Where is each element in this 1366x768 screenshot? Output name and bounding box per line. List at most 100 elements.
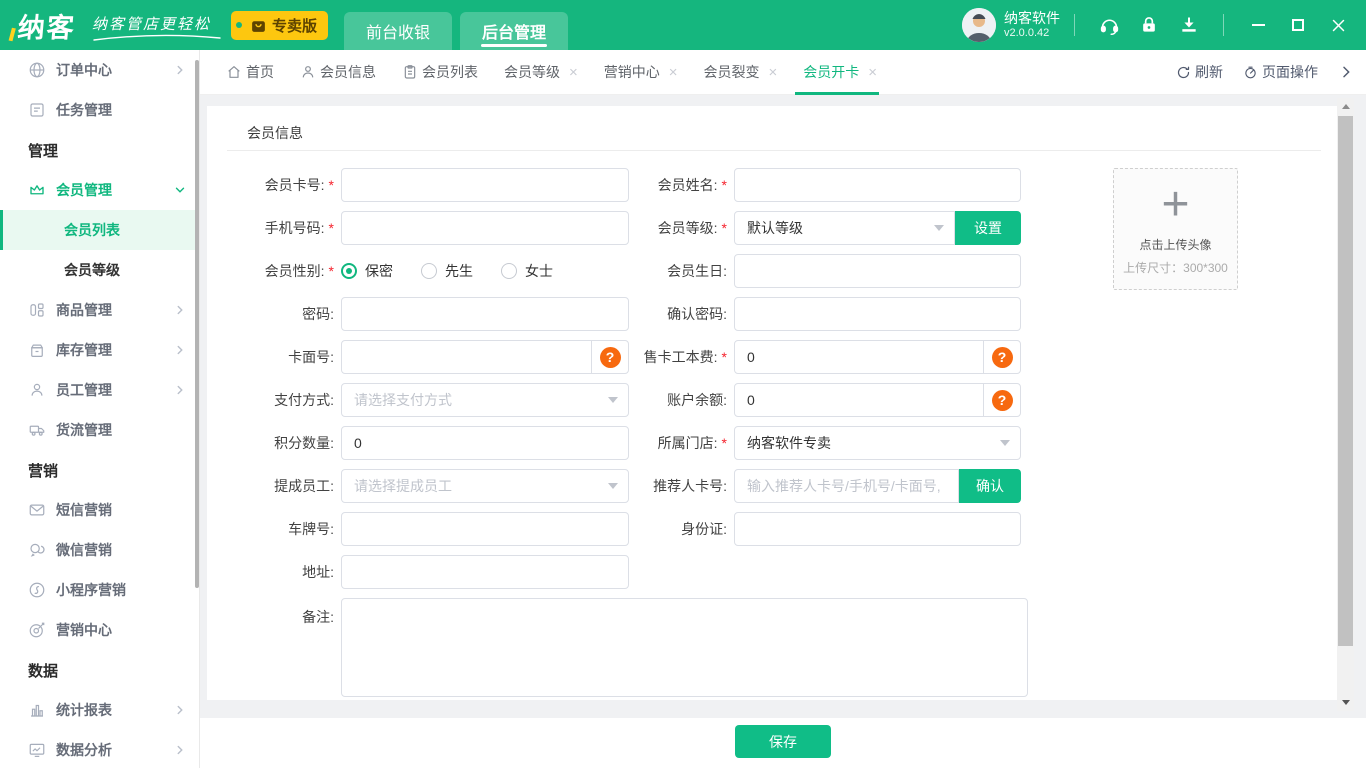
goods-icon: [30, 303, 44, 317]
points-input[interactable]: [341, 426, 629, 460]
sidebar-item-inventory-manage[interactable]: 库存管理: [0, 330, 199, 370]
sidebar-item-stats-report[interactable]: 统计报表: [0, 690, 199, 730]
tab-marketing-center[interactable]: 营销中心 ×: [604, 50, 678, 95]
gauge-icon: [1245, 66, 1256, 78]
page-operations-button[interactable]: 页面操作: [1243, 62, 1318, 82]
phone-input[interactable]: [341, 211, 629, 245]
download-icon[interactable]: [1169, 0, 1209, 50]
radio-dot: [341, 263, 357, 279]
tagline-text: 纳客管店更轻松: [92, 15, 212, 33]
sidebar-item-member-manage[interactable]: 会员管理: [0, 170, 199, 210]
payment-placeholder: 请选择支付方式: [354, 392, 452, 408]
member-level-select[interactable]: 默认等级: [734, 211, 955, 245]
sidebar-item-goods-manage[interactable]: 商品管理: [0, 290, 199, 330]
card-face-label: 卡面号:: [288, 349, 334, 365]
sidebar-subitem-member-level[interactable]: 会员等级: [0, 250, 199, 290]
member-name-input[interactable]: [734, 168, 1021, 202]
password-label: 密码:: [302, 306, 334, 322]
card-no-input[interactable]: [341, 168, 629, 202]
sidebar-item-staff-manage[interactable]: 员工管理: [0, 370, 199, 410]
nav-front-cashier[interactable]: 前台收银: [344, 12, 453, 50]
help-icon[interactable]: ?: [991, 389, 1013, 411]
close-button[interactable]: [1318, 0, 1358, 50]
crown-icon: [30, 185, 44, 195]
sidebar-item-order-center[interactable]: 订单中心: [0, 50, 199, 90]
nav-front-cashier-label: 前台收银: [366, 25, 431, 42]
password-input[interactable]: [341, 297, 629, 331]
customer-service-icon[interactable]: [1089, 0, 1129, 50]
sidebar-subitem-member-list[interactable]: 会员列表: [0, 210, 199, 250]
tab-member-info[interactable]: 会员信息: [300, 50, 376, 95]
card-face-input[interactable]: [342, 342, 591, 372]
sidebar-item-label: 会员管理: [56, 182, 112, 198]
tab-member-fission[interactable]: 会员裂变 ×: [704, 50, 778, 95]
tab-close-icon[interactable]: ×: [669, 65, 678, 80]
tab-close-icon[interactable]: ×: [868, 65, 877, 80]
scrollbar-thumb[interactable]: [1338, 116, 1353, 646]
address-input[interactable]: [341, 555, 629, 589]
id-card-input[interactable]: [734, 512, 1021, 546]
level-settings-button[interactable]: 设置: [955, 211, 1021, 245]
sidebar-scrollbar[interactable]: [195, 60, 199, 588]
sidebar-section-data: 数据: [28, 662, 59, 680]
tab-close-icon[interactable]: ×: [769, 65, 778, 80]
maximize-button[interactable]: [1278, 0, 1318, 50]
gender-radio-male[interactable]: 先生: [421, 261, 473, 281]
sidebar-item-data-analysis[interactable]: 数据分析: [0, 730, 199, 768]
plate-label: 车牌号:: [288, 521, 334, 537]
avatar-upload-box[interactable]: + 点击上传头像 上传尺寸：300*300: [1113, 168, 1238, 290]
required-star: *: [721, 220, 727, 236]
store-select[interactable]: 纳客软件专卖: [734, 426, 1021, 460]
commission-staff-select[interactable]: 请选择提成员工: [341, 469, 629, 503]
minimize-button[interactable]: [1238, 0, 1278, 50]
save-button[interactable]: 保存: [735, 725, 831, 758]
sidebar-item-label: 库存管理: [56, 342, 112, 358]
sidebar-subitem-label: 会员等级: [64, 262, 120, 278]
gender-radio-female[interactable]: 女士: [501, 261, 553, 281]
referrer-confirm-button[interactable]: 确认: [959, 469, 1021, 503]
app-header: 纳客 纳客管店更轻松 专卖版 前台收银 后台管理 纳客软件 v2.0.0.42: [0, 0, 1366, 50]
sidebar-item-logistics-manage[interactable]: 货流管理: [0, 410, 199, 450]
globe-icon: [29, 62, 45, 78]
required-star: *: [721, 177, 727, 193]
tab-label: 会员信息: [320, 64, 376, 80]
tab-member-level[interactable]: 会员等级 ×: [504, 50, 578, 95]
scroll-down-arrow[interactable]: [1337, 694, 1354, 711]
referrer-input[interactable]: [734, 469, 959, 503]
maximize-icon: [1292, 19, 1304, 31]
lock-icon[interactable]: [1129, 0, 1169, 50]
help-icon[interactable]: ?: [991, 346, 1013, 368]
tab-overflow-chevron[interactable]: [1338, 64, 1354, 80]
confirm-password-input[interactable]: [734, 297, 1021, 331]
tab-home[interactable]: 首页: [226, 50, 274, 95]
plate-input[interactable]: [341, 512, 629, 546]
id-card-label: 身份证:: [681, 521, 727, 537]
tab-close-icon[interactable]: ×: [569, 65, 578, 80]
edition-badge: 专卖版: [231, 10, 329, 40]
triangle-down-icon: [1341, 700, 1350, 705]
birthday-input[interactable]: [734, 254, 1021, 288]
refresh-button[interactable]: 刷新: [1176, 62, 1223, 82]
sidebar-item-label: 营销中心: [56, 622, 112, 638]
avatar-person-icon: [962, 8, 996, 42]
gender-radio-secret[interactable]: 保密: [341, 261, 393, 281]
payment-select[interactable]: 请选择支付方式: [341, 383, 629, 417]
sidebar-item-wechat-marketing[interactable]: 微信营销: [0, 530, 199, 570]
remark-textarea[interactable]: [341, 598, 1028, 697]
sidebar-item-label: 任务管理: [56, 102, 112, 118]
card-fee-input[interactable]: [735, 342, 983, 372]
help-icon[interactable]: ?: [599, 346, 621, 368]
sidebar-item-task-manage[interactable]: 任务管理: [0, 90, 199, 130]
nav-back-admin[interactable]: 后台管理: [460, 12, 569, 50]
chevron-right-icon: [177, 745, 183, 755]
balance-input[interactable]: [735, 385, 983, 415]
sidebar-item-miniprogram-marketing[interactable]: 小程序营销: [0, 570, 199, 610]
sidebar-item-marketing-center[interactable]: 营销中心: [0, 610, 199, 650]
chevron-right-icon: [177, 345, 183, 355]
content-scrollbar[interactable]: [1337, 98, 1354, 711]
tab-member-list[interactable]: 会员列表: [402, 50, 478, 95]
avatar[interactable]: [962, 8, 996, 42]
scroll-up-arrow[interactable]: [1337, 98, 1354, 115]
tab-member-open-card[interactable]: 会员开卡 ×: [795, 50, 879, 95]
sidebar-item-sms-marketing[interactable]: 短信营销: [0, 490, 199, 530]
